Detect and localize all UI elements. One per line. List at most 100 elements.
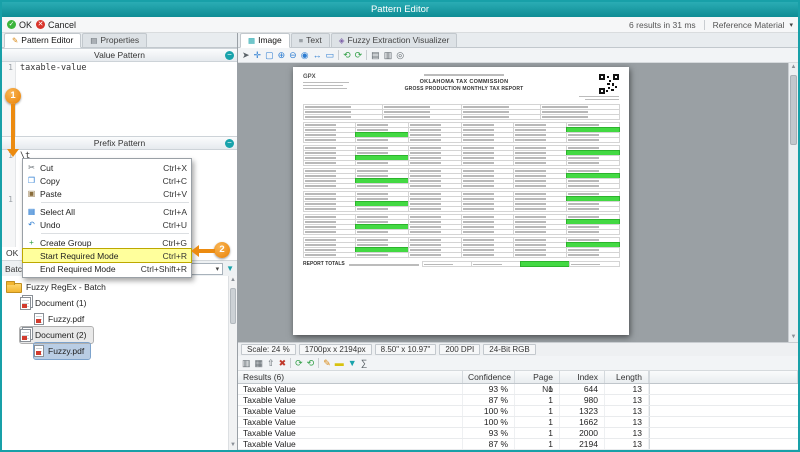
scroll-down-icon[interactable]: ▼: [229, 441, 237, 450]
scrollbar-thumb[interactable]: [230, 288, 236, 324]
form-cell-text: [304, 198, 336, 200]
form-cell: [471, 261, 522, 267]
scrollbar-thumb[interactable]: [790, 75, 797, 145]
tab-text[interactable]: ≡ Text: [290, 33, 330, 47]
column-header-index[interactable]: Index: [560, 371, 605, 383]
group-by-icon[interactable]: ▦: [255, 357, 264, 370]
scroll-up-icon[interactable]: ▲: [229, 276, 237, 285]
refresh-all-icon[interactable]: ⟲: [307, 357, 315, 370]
tab-fuzzy-extraction-visualizer[interactable]: ◈ Fuzzy Extraction Visualizer: [330, 33, 458, 47]
document-header: GPX OKLAHOMA TAX COMMISSION GROSS PRODUC…: [303, 74, 619, 100]
form-cell-text: [462, 106, 510, 108]
calculator-icon[interactable]: ∑: [361, 357, 367, 370]
tree-item-fuzzy-pdf[interactable]: Fuzzy.pdf: [32, 342, 92, 360]
scroll-down-icon[interactable]: ▼: [789, 333, 798, 342]
refresh-icon[interactable]: ⟳: [295, 357, 303, 370]
toolbar-separator: [366, 50, 368, 60]
menu-item-select-all[interactable]: ▦ Select All Ctrl+A: [23, 205, 191, 218]
value-pattern-editor[interactable]: 1 taxable-value: [2, 62, 237, 136]
form-section: [302, 213, 620, 235]
callout-arrow-1-head: [7, 149, 19, 157]
column-header-page-no[interactable]: Page No: [515, 371, 560, 394]
pan-tool-icon[interactable]: ✛: [254, 49, 262, 62]
form-cell-text: [515, 216, 547, 218]
zoom-select-icon[interactable]: ▢: [265, 49, 274, 62]
result-filler: [649, 417, 798, 427]
print-icon[interactable]: ▥: [384, 49, 393, 62]
document-viewer[interactable]: GPX OKLAHOMA TAX COMMISSION GROSS PRODUC…: [238, 63, 798, 342]
result-row[interactable]: Taxable Value 87 % 1 2194 13: [238, 439, 798, 450]
results-header-row[interactable]: Results (6) Confidence Page No Index Len…: [238, 371, 798, 394]
filter-funnel-icon[interactable]: ▼: [226, 264, 234, 273]
highlighter-icon[interactable]: ▬: [335, 357, 344, 370]
scroll-up-icon[interactable]: ▲: [789, 63, 798, 72]
form-cell-text: [304, 231, 336, 233]
pencil-icon: ✎: [12, 36, 19, 45]
result-row[interactable]: Taxable Value 87 % 1 980 13: [238, 395, 798, 406]
ok-button[interactable]: ✓ OK: [7, 20, 32, 30]
tab-image[interactable]: ▦ Image: [240, 33, 290, 48]
export-icon[interactable]: ⇧: [267, 357, 275, 370]
menu-item-start-required-mode[interactable]: Start Required Mode Ctrl+R: [22, 248, 192, 263]
cancel-button[interactable]: ✕ Cancel: [36, 20, 76, 30]
form-cell: [460, 182, 515, 189]
menu-item-create-group[interactable]: + Create Group Ctrl+G: [23, 236, 191, 249]
filter-icon[interactable]: ▼: [348, 357, 357, 370]
select-tool-icon[interactable]: ➤: [242, 49, 250, 62]
tree-item-label: Fuzzy.pdf: [48, 314, 85, 324]
result-row[interactable]: Taxable Value 93 % 1 2000 13: [238, 428, 798, 439]
edit-icon[interactable]: ✎: [323, 357, 331, 370]
rotate-right-icon[interactable]: ⟳: [355, 49, 363, 62]
form-cell-text: [357, 175, 389, 177]
result-row[interactable]: Taxable Value 100 % 1 1662 13: [238, 417, 798, 428]
zoom-actual-icon[interactable]: ◉: [301, 49, 309, 62]
tree-item-fuzzy-regex-batch[interactable]: Fuzzy RegEx - Batch: [6, 279, 112, 295]
line-number: 1: [8, 195, 13, 204]
columns-icon[interactable]: ▥: [242, 357, 251, 370]
fit-width-icon[interactable]: ↔: [313, 49, 322, 62]
search-icon[interactable]: ◎: [396, 49, 404, 62]
viewer-tabstrip: ▦ Image ≡ Text ◈ Fuzzy Extraction Visual…: [238, 33, 798, 48]
form-cell-text: [304, 111, 352, 113]
tree-item-fuzzy-pdf[interactable]: Fuzzy.pdf: [34, 311, 90, 327]
tab-pattern-editor[interactable]: ✎ Pattern Editor: [4, 33, 82, 48]
delete-icon[interactable]: ✖: [279, 357, 287, 370]
tree-scrollbar[interactable]: ▲ ▼: [228, 276, 237, 450]
zoom-out-icon[interactable]: ⊖: [289, 49, 297, 62]
collapse-minus-icon[interactable]: −: [225, 139, 234, 148]
value-pattern-code[interactable]: taxable-value: [16, 62, 237, 136]
form-cell-text: [409, 254, 441, 256]
form-cell-text: [567, 231, 599, 233]
column-header-confidence[interactable]: Confidence: [463, 371, 515, 383]
form-cell-text: [462, 152, 494, 154]
menu-item-paste[interactable]: ▣ Paste Ctrl+V: [23, 187, 191, 200]
callout-arrow-2: [199, 249, 215, 253]
document-totals-label: REPORT TOTALS: [303, 261, 345, 267]
column-header-length[interactable]: Length: [605, 371, 649, 383]
menu-item-cut[interactable]: ✂ Cut Ctrl+X: [23, 161, 191, 174]
form-cell-text: [567, 193, 599, 195]
menu-item-undo[interactable]: ↶ Undo Ctrl+U: [23, 218, 191, 231]
fit-page-icon[interactable]: ▭: [326, 49, 335, 62]
menu-item-end-required-mode[interactable]: End Required Mode Ctrl+Shift+R: [23, 262, 191, 275]
form-cell-text: [409, 193, 441, 195]
reference-material-dropdown[interactable]: Reference Material ▾: [713, 20, 793, 30]
form-cell-text: [462, 129, 494, 131]
form-cell-text: [515, 139, 547, 141]
thumbnails-icon[interactable]: ▤: [371, 49, 380, 62]
tab-properties[interactable]: ▤ Properties: [82, 33, 148, 47]
viewer-scrollbar[interactable]: ▲ ▼: [788, 63, 798, 342]
menu-item-copy[interactable]: ❐ Copy Ctrl+C: [23, 174, 191, 187]
rotate-left-icon[interactable]: ⟲: [343, 49, 351, 62]
tree-item-document-1[interactable]: Document (1): [20, 295, 93, 311]
title-bar[interactable]: Pattern Editor: [2, 2, 798, 17]
result-row[interactable]: Taxable Value 100 % 1 1323 13: [238, 406, 798, 417]
tree-item-document-2[interactable]: Document (2): [19, 326, 94, 344]
collapse-minus-icon[interactable]: −: [225, 51, 234, 60]
form-cell-text: [304, 147, 336, 149]
zoom-in-icon[interactable]: ⊕: [278, 49, 286, 62]
form-cell-text: [462, 180, 494, 182]
results-count-header[interactable]: Results (6): [238, 371, 463, 383]
results-grid: Results (6) Confidence Page No Index Len…: [238, 371, 798, 450]
result-row[interactable]: Taxable Value 93 % 1 644 13: [238, 384, 798, 395]
